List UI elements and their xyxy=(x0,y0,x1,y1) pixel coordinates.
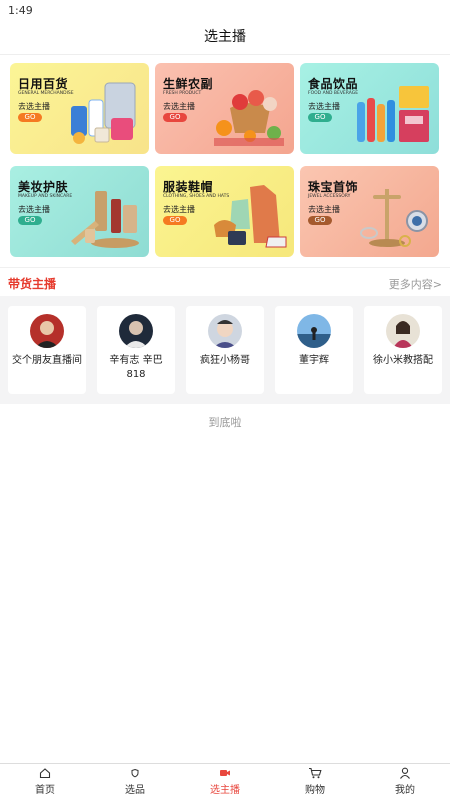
avatar xyxy=(30,314,64,348)
anchor-name: 疯狂小杨哥 xyxy=(200,355,250,366)
anchor-card[interactable]: 疯狂小杨哥 xyxy=(186,306,264,394)
category-cta: 去选主播 xyxy=(163,102,195,111)
category-title: 珠宝首饰 xyxy=(308,180,359,194)
category-title: 食品饮品 xyxy=(308,77,359,91)
daily-goods-illustration xyxy=(71,82,136,144)
food-beverage-illustration xyxy=(357,86,429,142)
bottom-tab-bar: 首页 选品 选主播 购物 我的 xyxy=(0,763,450,800)
avatar xyxy=(208,314,242,348)
tab-label: 购物 xyxy=(305,785,325,796)
category-title: 服装鞋帽 xyxy=(163,180,214,194)
tab-label: 选主播 xyxy=(210,785,240,796)
tab-profile[interactable]: 我的 xyxy=(360,764,450,800)
category-cta: 去选主播 xyxy=(308,102,340,111)
anchors-section-header: 带货主播 更多内容> xyxy=(0,267,450,296)
end-of-list-note: 到底啦 xyxy=(208,416,242,429)
category-cta: 去选主播 xyxy=(163,205,195,214)
category-title: 美妆护肤 xyxy=(18,180,69,194)
status-time: 1:49 xyxy=(8,4,33,17)
category-title: 生鲜农副 xyxy=(163,77,214,91)
category-card-clothing[interactable]: 服装鞋帽 CLOTHING, SHOES AND HATS 去选主播 GO xyxy=(155,166,294,257)
anchor-list: 交个朋友直播间 辛有志 辛巴818 疯狂小杨哥 董宇辉 徐小米教搭配 xyxy=(0,296,450,404)
go-button[interactable]: GO xyxy=(308,113,332,122)
tab-select-anchor[interactable]: 选主播 xyxy=(180,764,270,800)
go-button[interactable]: GO xyxy=(18,216,42,225)
tab-home[interactable]: 首页 xyxy=(0,764,90,800)
anchor-card[interactable]: 交个朋友直播间 xyxy=(8,306,86,394)
anchor-card[interactable]: 辛有志 辛巴818 xyxy=(97,306,175,394)
section-title: 带货主播 xyxy=(8,277,57,291)
tab-label: 我的 xyxy=(395,785,415,796)
tab-shopping[interactable]: 购物 xyxy=(270,764,360,800)
go-button[interactable]: GO xyxy=(163,216,187,225)
category-title: 日用百货 xyxy=(18,77,69,91)
tab-label: 首页 xyxy=(35,785,55,796)
anchor-card[interactable]: 董宇辉 xyxy=(275,306,353,394)
anchor-name: 交个朋友直播间 xyxy=(12,355,82,366)
category-card-jewelry[interactable]: 珠宝首饰 JEWEL ACCESSORY 去选主播 GO xyxy=(300,166,439,257)
category-card-makeup[interactable]: 美妆护肤 MAKEUP AND SKINCARE 去选主播 GO xyxy=(10,166,149,257)
more-content-link[interactable]: 更多内容> xyxy=(389,276,442,292)
cart-icon xyxy=(309,767,322,779)
fresh-produce-illustration xyxy=(214,90,284,146)
user-icon xyxy=(400,767,410,779)
tab-label: 选品 xyxy=(125,785,145,796)
clothing-illustration xyxy=(214,185,287,248)
category-subtitle: JEWEL ACCESSORY xyxy=(308,194,351,199)
anchor-name: 徐小米教搭配 xyxy=(373,355,433,366)
anchor-name: 董宇辉 xyxy=(299,355,329,366)
category-subtitle: FOOD AND BEVERAGE xyxy=(308,91,359,96)
category-card-food-beverage[interactable]: 食品饮品 FOOD AND BEVERAGE 去选主播 GO xyxy=(300,63,439,154)
status-bar: 1:49 xyxy=(0,0,450,22)
video-icon xyxy=(220,770,230,776)
avatar xyxy=(386,314,420,348)
avatar xyxy=(297,314,331,348)
category-subtitle: FRESH PRODUCT xyxy=(163,91,202,96)
category-cta: 去选主播 xyxy=(18,205,50,214)
go-button[interactable]: GO xyxy=(18,113,42,122)
go-button[interactable]: GO xyxy=(308,216,332,225)
category-cta: 去选主播 xyxy=(18,102,50,111)
category-cta: 去选主播 xyxy=(308,205,340,214)
tab-select-products[interactable]: 选品 xyxy=(90,764,180,800)
category-grid: 日用百货 GENERAL MERCHANDISE 去选主播 GO 生鲜农副 FR… xyxy=(0,55,450,257)
avatar xyxy=(119,314,153,348)
page-title: 选主播 xyxy=(0,22,450,55)
home-icon xyxy=(39,768,51,779)
anchor-name: 辛有志 辛巴818 xyxy=(109,355,163,380)
anchor-card[interactable]: 徐小米教搭配 xyxy=(364,306,442,394)
jewelry-illustration xyxy=(360,189,428,247)
shield-icon xyxy=(131,768,139,778)
go-button[interactable]: GO xyxy=(163,113,187,122)
category-card-daily-goods[interactable]: 日用百货 GENERAL MERCHANDISE 去选主播 GO xyxy=(10,63,149,154)
category-card-fresh-produce[interactable]: 生鲜农副 FRESH PRODUCT 去选主播 GO xyxy=(155,63,294,154)
makeup-illustration xyxy=(71,191,139,248)
